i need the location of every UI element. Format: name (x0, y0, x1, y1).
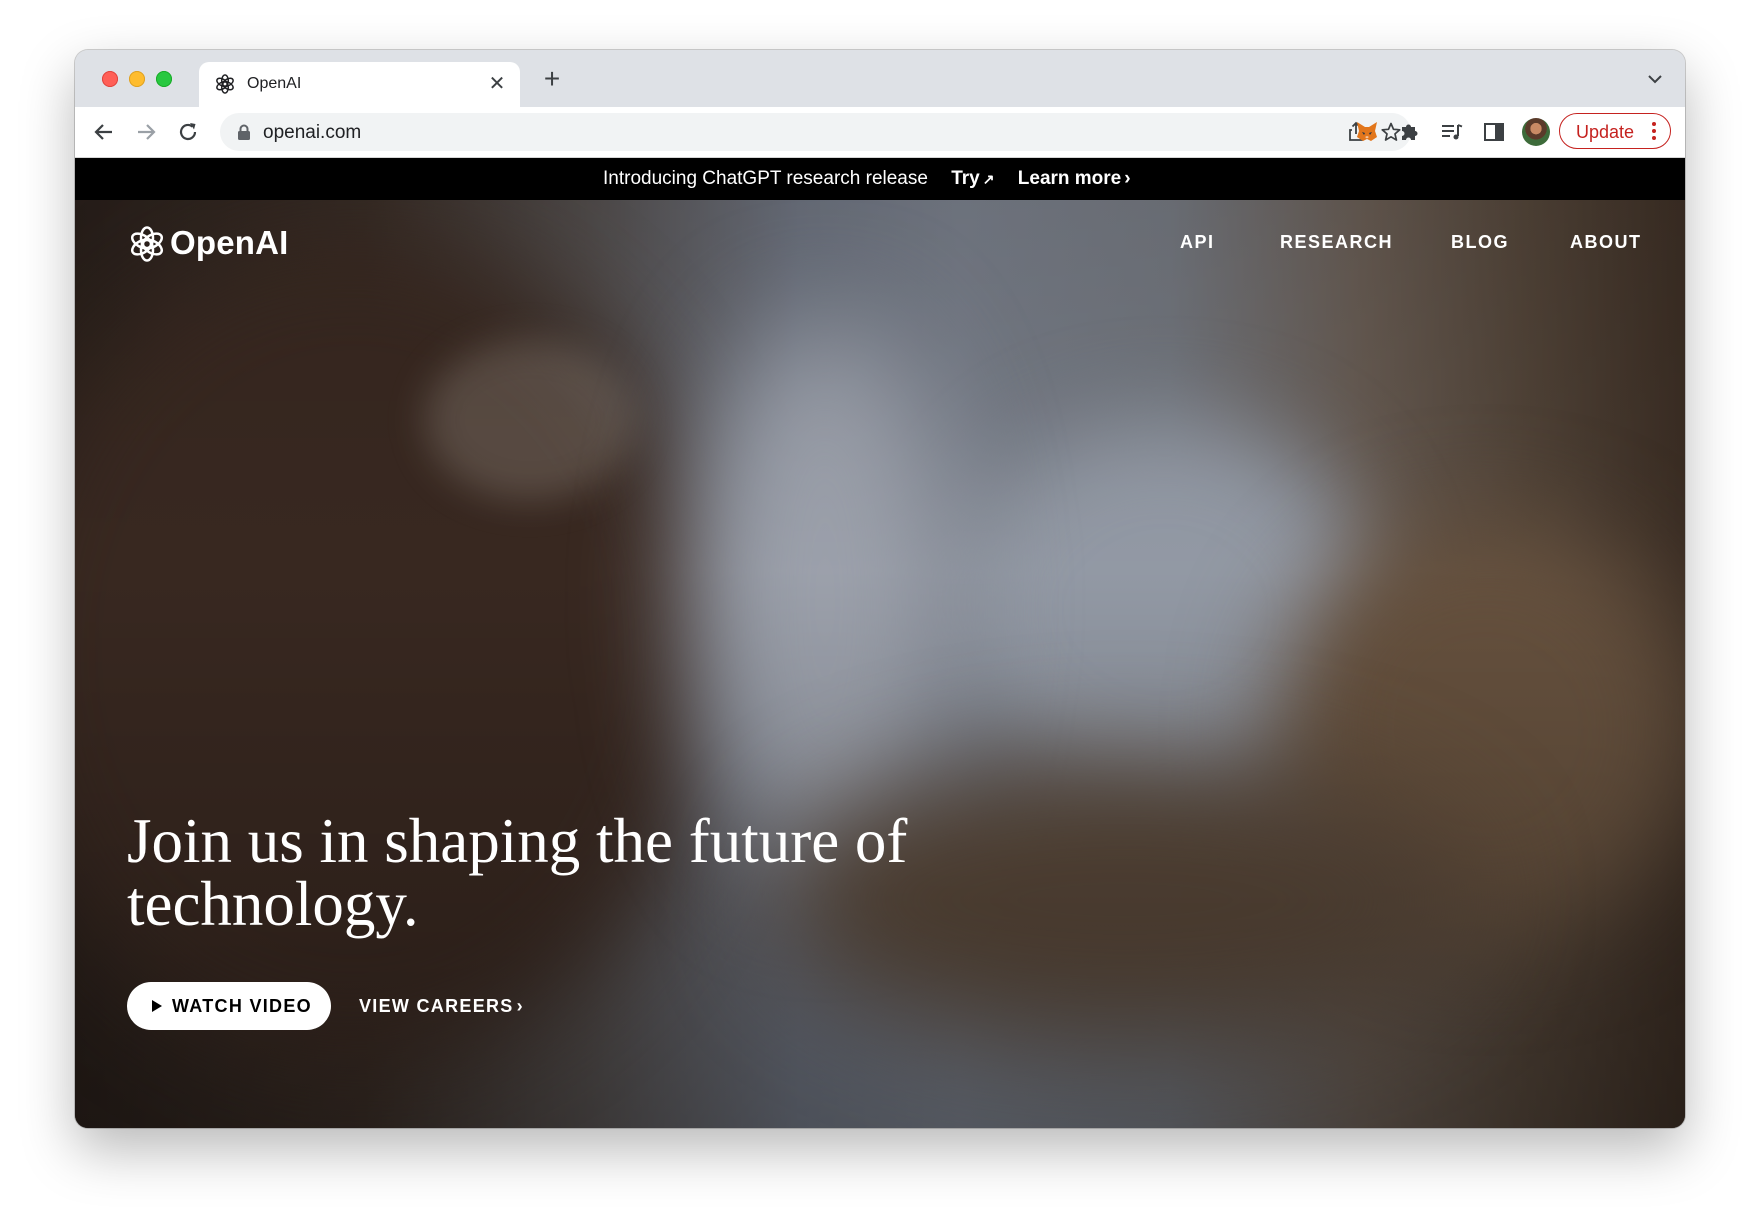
watch-video-button[interactable]: WATCH VIDEO (127, 982, 331, 1030)
hero-headline: Join us in shaping the future of technol… (127, 806, 908, 939)
play-icon (152, 1000, 162, 1012)
more-vertical-icon[interactable] (1652, 121, 1656, 141)
update-button[interactable]: Update (1559, 113, 1671, 149)
view-careers-label: VIEW CAREERS (359, 996, 514, 1016)
zoom-window-button[interactable] (156, 71, 172, 87)
nav-about[interactable]: ABOUT (1570, 232, 1642, 253)
browser-toolbar: openai.com Update (75, 107, 1685, 158)
watch-video-label: WATCH VIDEO (172, 996, 312, 1016)
reload-icon[interactable] (175, 119, 201, 145)
learn-more-label: Learn more (1017, 168, 1122, 189)
chevron-down-icon[interactable] (1645, 69, 1665, 89)
browser-window: OpenAI ✕ + openai.com Update Introducing… (75, 50, 1685, 1128)
close-window-button[interactable] (102, 71, 118, 87)
nav-research[interactable]: RESEARCH (1280, 232, 1393, 253)
metamask-fox-icon[interactable] (1354, 119, 1380, 145)
announcement-bar: Introducing ChatGPT research release Try… (75, 158, 1685, 200)
back-arrow-icon[interactable] (91, 119, 117, 145)
lock-icon[interactable] (237, 124, 251, 140)
update-label: Update (1576, 122, 1635, 142)
hero-section: OpenAI API RESEARCH BLOG ABOUT Join us i… (75, 200, 1685, 1128)
nav-api[interactable]: API (1180, 232, 1215, 253)
nav-blog[interactable]: BLOG (1451, 232, 1509, 253)
tab-strip: OpenAI ✕ + (75, 50, 1685, 107)
web-page: Introducing ChatGPT research release Try… (75, 158, 1685, 1128)
minimize-window-button[interactable] (129, 71, 145, 87)
learn-more-link[interactable]: Learn more › (1018, 158, 1131, 200)
close-icon[interactable]: ✕ (486, 73, 508, 95)
try-label: Try (951, 168, 980, 189)
external-arrow-icon: ↗ (982, 171, 995, 187)
view-careers-link[interactable]: VIEW CAREERS › (359, 996, 524, 1017)
media-queue-icon[interactable] (1439, 119, 1465, 145)
address-bar[interactable]: openai.com (220, 113, 1411, 151)
plus-icon[interactable]: + (537, 64, 567, 94)
url-text: openai.com (263, 122, 362, 143)
chevron-right-icon: › (1124, 168, 1131, 189)
try-link[interactable]: Try ↗ (951, 158, 994, 200)
puzzle-extensions-icon[interactable] (1397, 119, 1423, 145)
profile-avatar[interactable] (1522, 118, 1550, 146)
tab-openai[interactable]: OpenAI ✕ (199, 62, 520, 107)
tab-title: OpenAI (247, 75, 302, 92)
openai-logo-icon (130, 226, 164, 262)
side-panel-icon[interactable] (1481, 119, 1507, 145)
announcement-text: Introducing ChatGPT research release (603, 168, 928, 189)
logo-text: OpenAI (170, 224, 289, 261)
forward-arrow-icon[interactable] (133, 119, 159, 145)
chevron-right-icon: › (516, 996, 524, 1016)
openai-favicon-icon (216, 74, 234, 94)
